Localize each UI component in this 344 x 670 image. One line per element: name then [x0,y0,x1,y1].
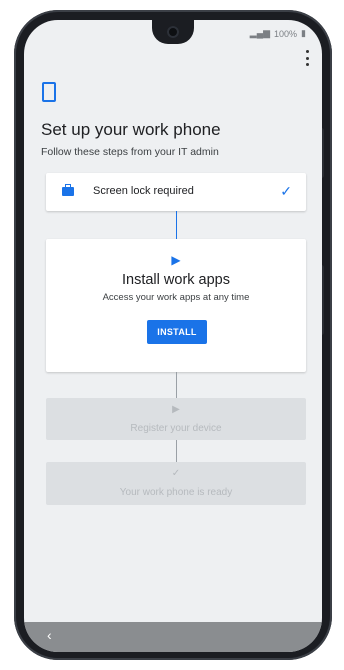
page-title: Set up your work phone [41,120,221,139]
step-phone-ready: ✓ Your work phone is ready [46,462,306,505]
battery-icon: ▮ [301,28,306,38]
navigation-bar: ‹ [24,622,322,652]
notch [152,20,194,44]
step-screen-lock[interactable]: Screen lock required ✓ [46,173,306,211]
step-connector [176,372,177,398]
check-icon: ✓ [171,468,181,479]
briefcase-icon [62,184,74,196]
step-register-label: Register your device [130,423,222,434]
step-screen-lock-label: Screen lock required [93,185,194,197]
step-install-title: Install work apps [122,272,230,288]
step-install-description: Access your work apps at any time [102,292,250,303]
status-bar: ▂▄▆ 100% ▮ [250,28,306,39]
step-register-device: ▶︎ Register your device [46,398,306,440]
step-connector [176,211,177,239]
more-vert-icon[interactable] [302,50,312,66]
step-install-work-apps: ▶︎ Install work apps Access your work ap… [46,239,306,372]
page-subtitle: Follow these steps from your IT admin [41,146,219,158]
check-icon: ✓ [280,183,292,199]
front-camera-icon [167,26,179,38]
chevron-left-icon[interactable]: ‹ [47,627,52,643]
battery-percentage: 100% [274,28,298,39]
play-store-icon: ▶︎ [172,404,180,415]
phone-outline-icon [42,82,56,102]
wifi-signal-icon: ▂▄▆ [249,28,271,38]
phone-screen: ▂▄▆ 100% ▮ Set up your work phone Follow… [24,20,322,652]
step-connector [176,440,177,462]
step-ready-label: Your work phone is ready [119,487,233,498]
install-button[interactable]: INSTALL [147,320,207,344]
play-store-icon: ▶︎ [171,253,181,267]
